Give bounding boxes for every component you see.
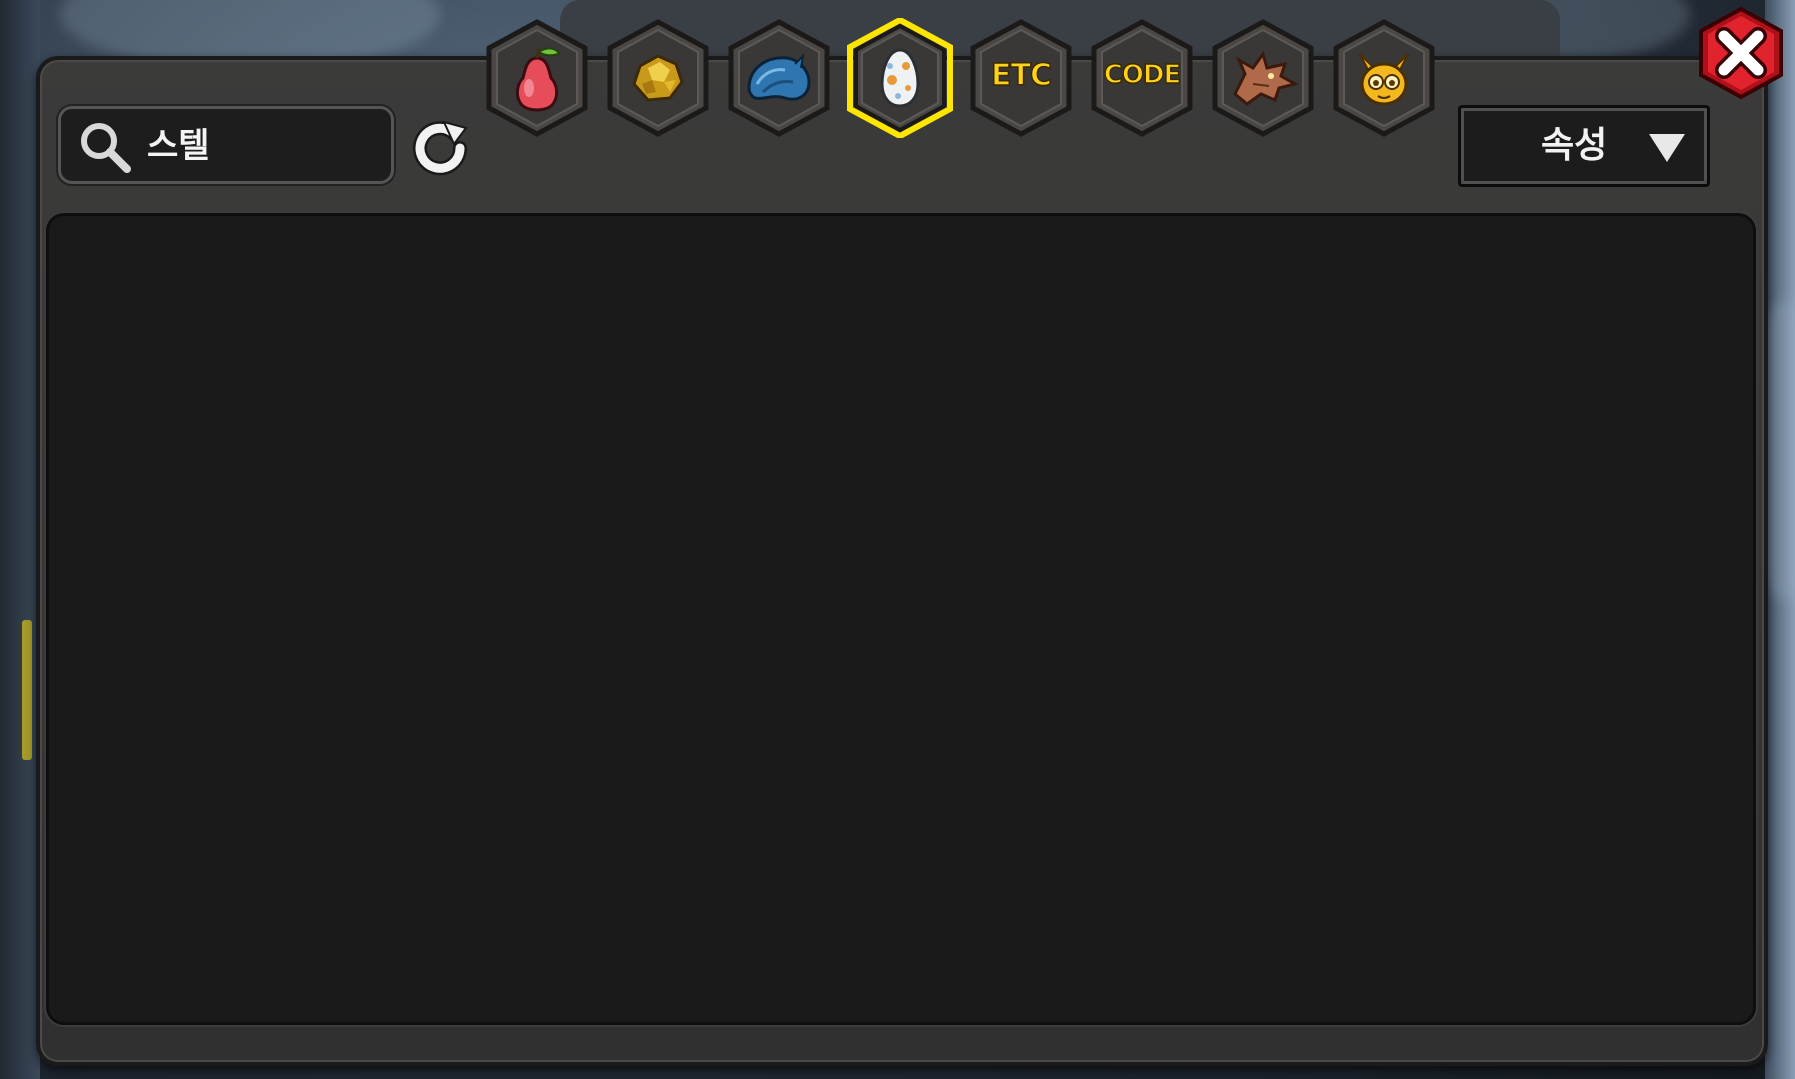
tab-code[interactable]: CODE	[1088, 18, 1196, 138]
search-query-text[interactable]: 스텔	[147, 125, 210, 167]
search-icon	[81, 123, 131, 173]
background-highlight	[22, 620, 32, 760]
pear-fruit-icon	[515, 47, 561, 112]
game-scene: 스텔 ETC CODE 속성	[0, 0, 1795, 1079]
dragon-head-icon	[1233, 50, 1299, 106]
tab-dragon[interactable]	[1209, 18, 1317, 138]
tab-pet[interactable]	[1330, 18, 1438, 138]
refresh-icon[interactable]	[408, 114, 472, 178]
egg-icon	[880, 48, 920, 108]
gold-nugget-icon	[632, 54, 684, 102]
tab-gold[interactable]	[604, 18, 712, 138]
tab-code-label: CODE	[1103, 59, 1182, 91]
tab-fruit[interactable]	[483, 18, 591, 138]
close-icon[interactable]	[1694, 6, 1788, 100]
tab-etc[interactable]: ETC	[967, 18, 1075, 138]
horned-creature-icon	[1359, 53, 1409, 106]
search-input[interactable]: 스텔	[58, 106, 394, 184]
background-left	[0, 0, 40, 1079]
blue-dragon-scale-icon	[747, 53, 811, 101]
attribute-dropdown-label: 속성	[1541, 125, 1608, 166]
attribute-dropdown[interactable]: 속성	[1458, 105, 1710, 187]
item-list-area[interactable]	[46, 213, 1756, 1025]
tab-etc-label: ETC	[990, 57, 1052, 94]
chevron-down-icon	[1649, 134, 1685, 162]
tab-egg[interactable]	[846, 18, 954, 138]
tab-scale[interactable]	[725, 18, 833, 138]
